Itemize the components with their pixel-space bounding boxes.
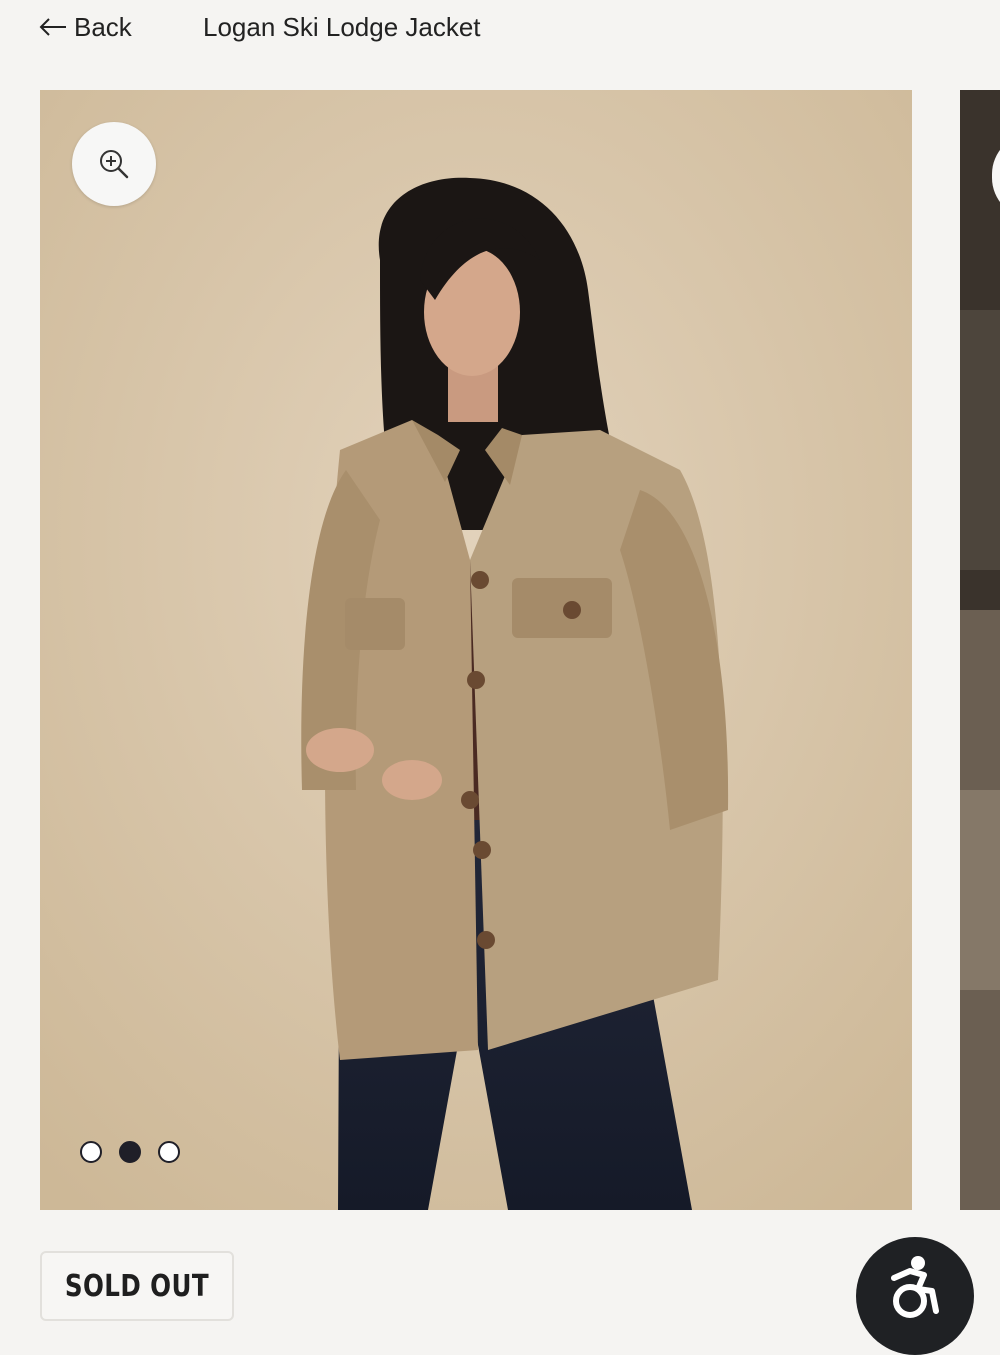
zoom-button[interactable] — [72, 122, 156, 206]
arrow-left-icon — [38, 16, 68, 38]
sold-out-button[interactable]: SOLD OUT — [40, 1251, 234, 1321]
carousel-dot-active[interactable] — [119, 1141, 141, 1163]
back-button[interactable]: Back — [38, 8, 132, 46]
accessibility-button[interactable] — [856, 1237, 974, 1355]
top-bar: Back Logan Ski Lodge Jacket — [0, 0, 1000, 56]
product-image-carousel[interactable] — [40, 90, 912, 1210]
carousel-dot[interactable] — [80, 1141, 102, 1163]
next-slide-preview[interactable] — [960, 90, 1000, 1210]
carousel-dot[interactable] — [158, 1141, 180, 1163]
carousel-pagination — [80, 1141, 180, 1163]
accessibility-wheelchair-icon — [880, 1251, 950, 1326]
back-label: Back — [74, 11, 132, 42]
zoom-in-icon — [96, 146, 132, 182]
sold-out-label: SOLD OUT — [64, 1268, 210, 1304]
next-slide-photo — [960, 90, 1000, 1210]
page-title: Logan Ski Lodge Jacket — [203, 12, 481, 42]
product-photo — [40, 90, 912, 1210]
